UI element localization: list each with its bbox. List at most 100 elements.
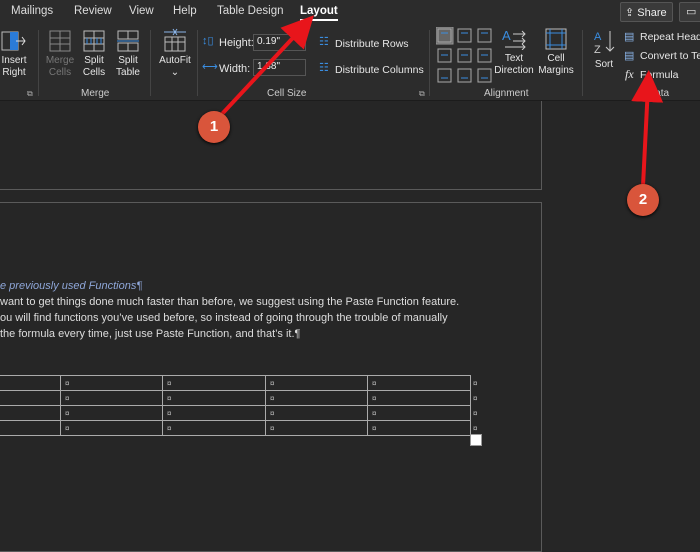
width-label: Width: [219, 63, 250, 75]
section-heading: e previously used Functions¶ [0, 280, 142, 292]
label: Margins [537, 65, 575, 77]
repeat-header-icon: ▤ [624, 30, 634, 43]
tab-table-design[interactable]: Table Design [217, 5, 283, 17]
table-row: ¤¤¤¤¤ [0, 406, 480, 421]
table-cell[interactable]: ¤ [266, 406, 368, 421]
arrow-2 [643, 86, 648, 186]
table-resize-handle[interactable] [470, 434, 482, 446]
table-cell[interactable]: ¤ [266, 391, 368, 406]
width-icon: ⟷ [202, 60, 218, 73]
merge-cells-icon [49, 30, 71, 52]
paragraph-line: want to get things done much faster than… [0, 296, 459, 308]
ribbon: Mailings Review View Help Table Design L… [0, 0, 700, 101]
text-direction-button[interactable]: A TextDirection [493, 28, 535, 77]
share-label: Share [637, 7, 666, 19]
text-direction-icon: A [501, 28, 527, 50]
svg-text:A: A [502, 28, 511, 43]
height-value: 0.19" [257, 36, 280, 47]
sort-button[interactable]: AZ Sort [590, 28, 618, 71]
tab-view[interactable]: View [129, 5, 154, 17]
end-of-row-mark: ¤ [471, 406, 480, 421]
distribute-columns-icon: ☷ [319, 61, 329, 74]
table-cell[interactable] [0, 421, 61, 436]
table-row: ¤¤¤¤¤ [0, 376, 480, 391]
distribute-rows-button[interactable]: Distribute Rows [335, 38, 409, 50]
table-cell[interactable]: ¤ [163, 391, 266, 406]
share-button[interactable]: ⇪ Share [620, 2, 673, 22]
end-of-row-mark: ¤ [471, 391, 480, 406]
label: Cells [44, 67, 76, 79]
paragraph-line: the formula every time, just use Paste F… [0, 328, 300, 340]
label: Cells [80, 67, 108, 79]
table-cell[interactable] [0, 391, 61, 406]
width-input[interactable]: 1.38" [253, 59, 306, 76]
paragraph-line: ou will find functions you’ve used befor… [0, 312, 448, 324]
tab-mailings[interactable]: Mailings [11, 5, 53, 17]
tab-layout[interactable]: Layout [300, 5, 338, 17]
table-row: ¤¤¤¤¤ [0, 391, 480, 406]
label: Text [493, 53, 535, 65]
table-cell[interactable]: ¤ [61, 376, 163, 391]
height-label: Height: [219, 37, 254, 49]
autofit-icon [163, 28, 187, 52]
label: Insert [0, 55, 28, 67]
table-cell[interactable]: ¤ [368, 406, 471, 421]
label: AutoFit [156, 55, 194, 67]
split-table-button[interactable]: SplitTable [114, 30, 142, 79]
dialog-launcher-icon[interactable]: ⧉ [419, 89, 425, 99]
table-cell[interactable]: ¤ [163, 406, 266, 421]
group-label-merge: Merge [81, 88, 109, 99]
table-cell[interactable]: ¤ [266, 376, 368, 391]
repeat-header-rows-button[interactable]: Repeat Header [640, 31, 700, 43]
table-cell[interactable]: ¤ [163, 376, 266, 391]
insert-right-button[interactable]: InsertRight [0, 30, 28, 79]
table-cell[interactable]: ¤ [61, 406, 163, 421]
tab-review[interactable]: Review [74, 5, 112, 17]
cell-margins-button[interactable]: CellMargins [537, 28, 575, 77]
split-cells-button[interactable]: SplitCells [80, 30, 108, 79]
label: Direction [493, 65, 535, 77]
label: Sort [590, 59, 618, 71]
insert-right-icon [1, 30, 27, 52]
table-cell[interactable] [0, 406, 61, 421]
label: Split [114, 55, 142, 67]
table-cell[interactable] [0, 376, 61, 391]
label: Cell [537, 53, 575, 65]
document-page-previous [0, 101, 542, 190]
tab-help[interactable]: Help [173, 5, 197, 17]
label: Right [0, 67, 28, 79]
chevron-down-icon: ⌄ [156, 67, 194, 79]
table-cell[interactable]: ¤ [266, 421, 368, 436]
split-table-icon [117, 30, 139, 52]
autofit-button[interactable]: AutoFit⌄ [156, 28, 194, 79]
height-icon: ↕▯ [202, 34, 214, 47]
step-marker-2: 2 [627, 184, 659, 216]
end-of-row-mark: ¤ [471, 376, 480, 391]
label: Table [114, 67, 142, 79]
label: Split [80, 55, 108, 67]
distribute-rows-icon: ☷ [319, 35, 329, 48]
convert-to-text-button[interactable]: Convert to Tex [640, 50, 700, 62]
split-cells-icon [83, 30, 105, 52]
document-table[interactable]: ¤¤¤¤¤¤¤¤¤¤¤¤¤¤¤¤¤¤¤¤ [0, 375, 480, 436]
height-input[interactable]: 0.19" [253, 34, 306, 51]
step-marker-1: 1 [198, 111, 230, 143]
group-label-data: Data [648, 88, 669, 99]
dialog-launcher-icon[interactable]: ⧉ [27, 89, 33, 99]
width-value: 1.38" [257, 61, 280, 72]
table-cell[interactable]: ¤ [368, 421, 471, 436]
svg-text:Z: Z [594, 44, 601, 56]
table-cell[interactable]: ¤ [61, 421, 163, 436]
convert-to-text-icon: ▤ [624, 49, 634, 62]
table-cell[interactable]: ¤ [368, 376, 471, 391]
table-cell[interactable]: ¤ [163, 421, 266, 436]
share-icon: ⇪ [625, 7, 634, 19]
merge-cells-button[interactable]: MergeCells [44, 30, 76, 79]
table-cell[interactable]: ¤ [61, 391, 163, 406]
comments-button[interactable]: ▭ [679, 2, 700, 22]
distribute-columns-button[interactable]: Distribute Columns [335, 64, 424, 76]
formula-button[interactable]: Formula [640, 69, 679, 81]
table-row: ¤¤¤¤¤ [0, 421, 480, 436]
cell-margins-icon [545, 28, 567, 50]
table-cell[interactable]: ¤ [368, 391, 471, 406]
